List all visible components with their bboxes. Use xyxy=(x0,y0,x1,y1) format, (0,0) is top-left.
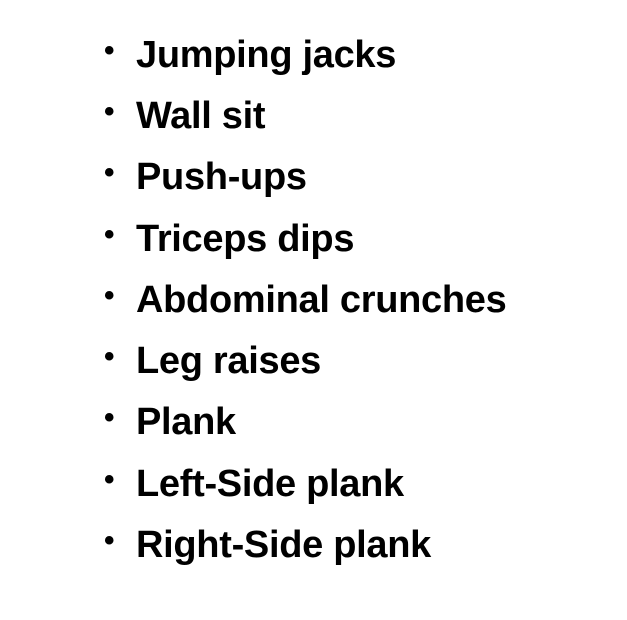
exercise-label: Plank xyxy=(136,401,236,444)
bullet-icon: • xyxy=(104,340,115,374)
exercise-label: Wall sit xyxy=(136,94,266,137)
bullet-icon: • xyxy=(104,156,115,190)
bullet-icon: • xyxy=(104,33,115,67)
list-item: • Leg raises xyxy=(104,330,506,391)
bullet-icon: • xyxy=(104,278,115,312)
bullet-icon: • xyxy=(104,217,115,251)
list-item: • Right-Side plank xyxy=(104,514,506,575)
exercise-label: Right-Side plank xyxy=(136,524,431,567)
exercise-label: Leg raises xyxy=(136,340,321,383)
list-item: • Push-ups xyxy=(104,147,506,208)
list-item: • Jumping jacks xyxy=(104,24,506,85)
bullet-icon: • xyxy=(104,462,115,496)
list-item: • Plank xyxy=(104,392,506,453)
list-item: • Wall sit xyxy=(104,85,506,146)
exercise-label: Jumping jacks xyxy=(136,33,397,76)
exercise-label: Triceps dips xyxy=(136,217,355,260)
list-item: • Abdominal crunches xyxy=(104,269,507,330)
exercise-label: Abdominal crunches xyxy=(136,278,507,321)
bullet-icon: • xyxy=(104,401,115,435)
bullet-icon: • xyxy=(104,524,115,558)
list-item: • Triceps dips xyxy=(104,208,506,269)
list-item: • Left-Side plank xyxy=(104,453,506,514)
bullet-icon: • xyxy=(104,94,115,128)
exercise-label: Left-Side plank xyxy=(136,462,404,505)
exercise-list: • Jumping jacks • Wall sit • Push-ups • … xyxy=(104,24,507,576)
exercise-label: Push-ups xyxy=(136,156,307,199)
